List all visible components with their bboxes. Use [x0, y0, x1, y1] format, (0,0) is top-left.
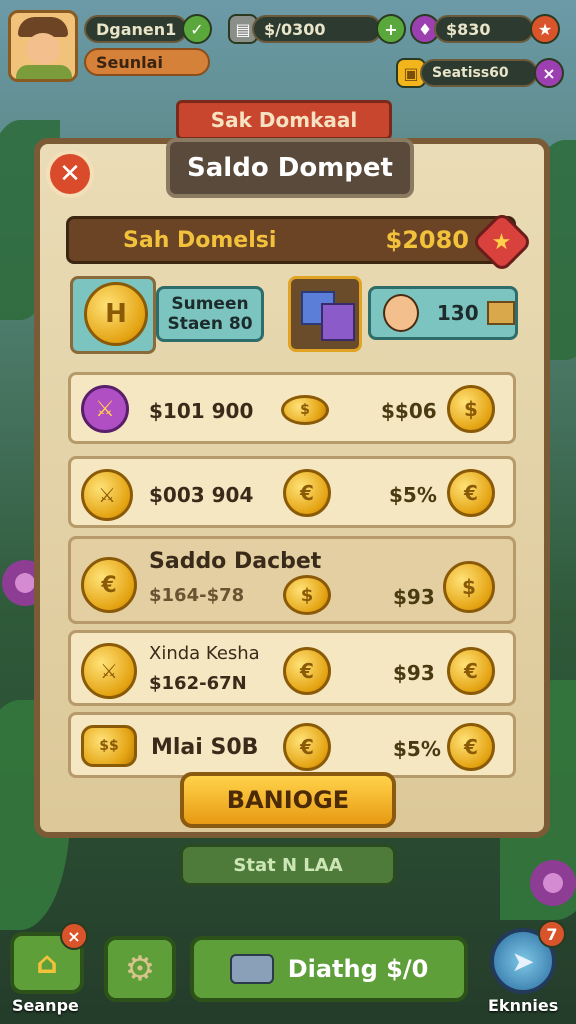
gear-icon: ⚙ — [124, 949, 156, 989]
list-row[interactable]: ⚔ Xinda Kesha $162-67N € $93 € — [68, 630, 516, 706]
main-action-button[interactable]: Diathg $/0 — [190, 936, 468, 1002]
secondary-action-button[interactable]: Stat N LAA — [180, 844, 396, 886]
info-card: Sumeen Staen 80 — [156, 286, 264, 342]
currency-2: $830 — [434, 15, 534, 43]
status-text: Seatiss60 — [420, 59, 538, 87]
coin-icon[interactable]: € — [447, 469, 495, 517]
profile-card[interactable]: 130 — [368, 286, 518, 340]
settings-button[interactable]: ⚙ — [104, 936, 176, 1002]
list-row[interactable]: ⚔ $003 904 € $5% € — [68, 456, 516, 528]
check-icon: ✓ — [182, 14, 212, 44]
home-icon: ⌂ — [36, 945, 58, 981]
player-avatar[interactable] — [8, 10, 78, 82]
compass-label: Eknnies — [488, 996, 559, 1015]
list-row[interactable]: € Saddo Dacbet $164-$78 $ $93 $ — [68, 536, 516, 624]
coin-icon: € — [283, 469, 331, 517]
profile-face-icon — [383, 294, 419, 332]
close-button[interactable]: ✕ — [46, 150, 94, 198]
panel-title: Saldo Dompet — [166, 138, 414, 198]
list-row[interactable]: $$ Mlai S0B € $5% € — [68, 712, 516, 778]
home-badge: × — [60, 922, 88, 950]
home-label: Seanpe — [12, 996, 79, 1015]
sword-icon: ⚔ — [81, 385, 129, 433]
coin-stack-icon: $$ — [81, 725, 137, 767]
coin-icon[interactable]: € — [447, 723, 495, 771]
currency-1: $/0300 — [252, 15, 382, 43]
coin-icon: $ — [281, 395, 329, 425]
main-action-label: Diathg $/0 — [287, 955, 429, 983]
row-title: Saddo Dacbet — [149, 549, 322, 574]
wallet-label: Sah Domelsi — [123, 227, 277, 253]
ticket-icon — [486, 301, 515, 325]
row-left-value: $164-$78 — [149, 585, 245, 606]
coin-icon: € — [81, 557, 137, 613]
plus-icon[interactable]: + — [376, 14, 406, 44]
info-card-line1: Sumeen — [171, 294, 249, 314]
coin-icon: € — [283, 723, 331, 771]
close-icon[interactable]: × — [534, 58, 564, 88]
primary-action-button[interactable]: BANIOGE — [180, 772, 396, 828]
coin-icon: $ — [283, 575, 331, 615]
row-left-value: $162-67N — [149, 673, 247, 694]
wallet-balance-bar: Sah Domelsi $2080 — [66, 216, 516, 264]
profile-value: 130 — [436, 301, 479, 325]
coin-icon[interactable]: $ — [447, 385, 495, 433]
player-name: Dganen1 — [84, 15, 188, 43]
row-left-value: $101 900 — [149, 399, 254, 423]
row-right-value: $93 — [393, 661, 435, 685]
coin-stack-icon: H — [84, 282, 148, 346]
panel-ribbon: Sak Domkaal — [176, 100, 392, 140]
player-title: Seunlai — [84, 48, 210, 76]
coin-sword-icon: ⚔ — [81, 469, 133, 521]
purple-box-icon — [321, 303, 355, 341]
row-title: Xinda Kesha — [149, 643, 260, 664]
coin-sword-icon: ⚔ — [81, 643, 137, 699]
wallet-value: $2080 — [385, 226, 470, 254]
coin-icon: € — [283, 647, 331, 695]
row-right-value: $5% — [393, 737, 441, 761]
cash-icon — [229, 954, 274, 984]
coin-icon[interactable]: $ — [443, 561, 495, 613]
row-left-value: $003 904 — [149, 483, 254, 507]
star-icon[interactable]: ★ — [530, 14, 560, 44]
row-right-value: $$06 — [381, 399, 437, 423]
compass-icon: ➤ — [511, 944, 535, 978]
gift-box-frame[interactable] — [288, 276, 362, 352]
row-right-value: $5% — [389, 483, 437, 507]
row-right-value: $93 — [393, 585, 435, 609]
row-left-value: Mlai S0B — [151, 735, 259, 760]
list-row[interactable]: ⚔ $101 900 $ $$06 $ — [68, 372, 516, 444]
coin-icon[interactable]: € — [447, 647, 495, 695]
info-card-line2: Staen 80 — [167, 314, 253, 334]
compass-badge: 7 — [538, 920, 566, 948]
